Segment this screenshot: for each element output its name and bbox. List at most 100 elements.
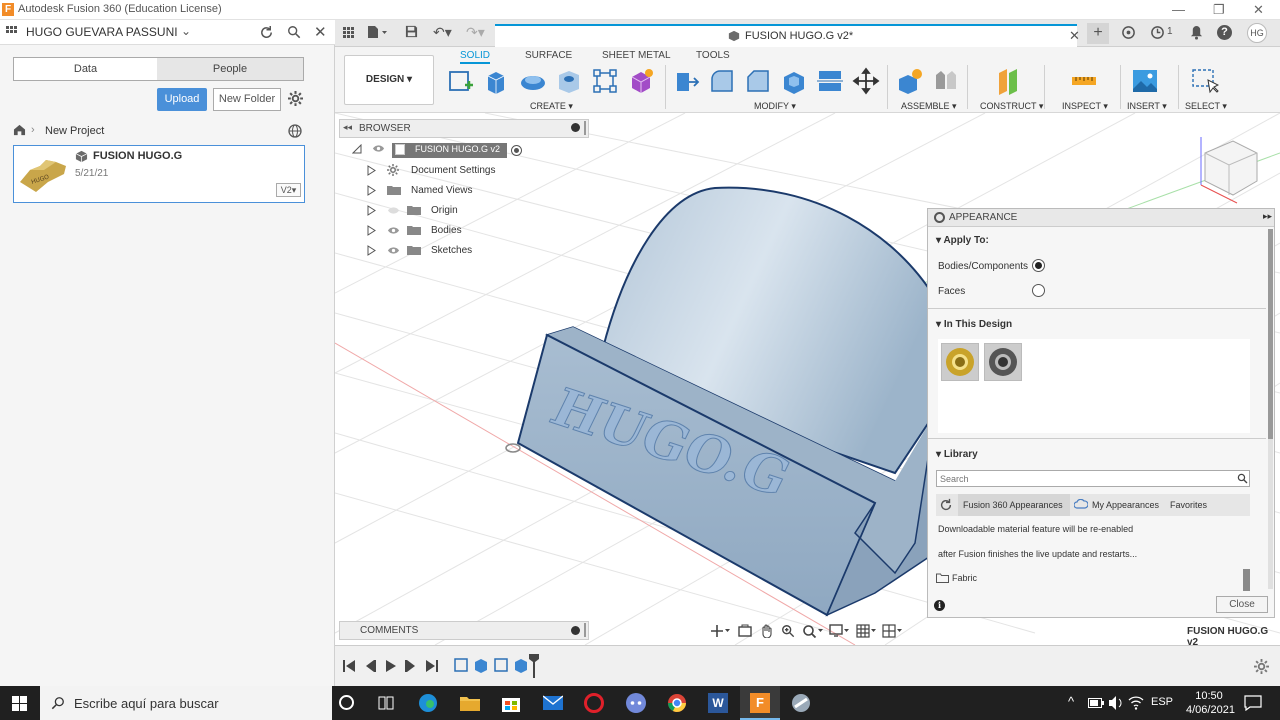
battery-icon[interactable] <box>1088 698 1104 708</box>
select-icon[interactable] <box>1191 67 1219 95</box>
timeline-marker[interactable] <box>529 654 539 678</box>
hole-icon[interactable] <box>555 67 583 95</box>
visibility-eye-icon[interactable] <box>387 226 400 235</box>
version-badge[interactable]: V2▾ <box>276 183 301 197</box>
volume-icon[interactable] <box>1108 695 1124 711</box>
zoom-icon[interactable] <box>781 624 795 638</box>
task-view-icon[interactable] <box>378 696 394 710</box>
store-icon[interactable] <box>501 693 521 713</box>
new-component-icon[interactable] <box>896 67 924 95</box>
orbit-icon[interactable] <box>710 624 730 638</box>
collapse-triangle-icon[interactable] <box>352 144 362 154</box>
press-pull-icon[interactable] <box>672 67 700 95</box>
close-panel-icon[interactable]: ✕ <box>314 23 327 41</box>
faces-radio[interactable] <box>1032 284 1045 297</box>
library-search-box[interactable] <box>936 470 1250 487</box>
timeline-settings-gear-icon[interactable] <box>1254 659 1269 674</box>
close-tab-icon[interactable]: ✕ <box>1069 28 1080 44</box>
apps-grid-icon[interactable] <box>343 27 355 39</box>
step-back-icon[interactable] <box>364 660 376 672</box>
breadcrumb[interactable]: New Project <box>45 125 104 137</box>
create-sketch-icon[interactable] <box>447 67 475 95</box>
expand-triangle-icon[interactable] <box>367 185 376 196</box>
tab-favorites[interactable]: Favorites <box>1170 500 1207 510</box>
edge-icon[interactable] <box>418 693 438 713</box>
extrude-icon[interactable] <box>483 67 511 95</box>
offset-plane-icon[interactable] <box>995 67 1023 95</box>
avatar[interactable]: HG <box>1247 23 1267 43</box>
bell-icon[interactable] <box>1190 25 1203 40</box>
minimize-icon[interactable]: — <box>1172 2 1185 17</box>
refresh-icon[interactable] <box>939 498 953 512</box>
tab-my-appearances[interactable]: My Appearances <box>1092 500 1159 510</box>
upload-button[interactable]: Upload <box>157 88 207 111</box>
refresh-icon[interactable] <box>259 25 274 40</box>
go-to-end-icon[interactable] <box>426 660 438 672</box>
discord-icon[interactable] <box>625 693 647 713</box>
in-this-design-section[interactable]: ▾ In This Design <box>936 319 1012 330</box>
close-window-icon[interactable]: ✕ <box>1253 2 1264 18</box>
comments-panel-header[interactable]: COMMENTS <box>339 621 589 640</box>
step-forward-icon[interactable] <box>405 660 417 672</box>
extensions-icon[interactable] <box>1121 25 1136 40</box>
inspect-menu[interactable]: INSPECT ▾ <box>1062 101 1108 112</box>
notifications-icon[interactable] <box>1244 695 1262 711</box>
go-to-start-icon[interactable] <box>343 660 355 672</box>
workspace-switcher[interactable]: DESIGN ▾ <box>344 55 434 105</box>
browser-item-sketches[interactable]: Sketches <box>367 241 587 261</box>
modify-menu[interactable]: MODIFY ▾ <box>754 101 796 112</box>
chrome-icon[interactable] <box>667 693 687 713</box>
fusion-taskbar-button[interactable]: F <box>740 686 780 720</box>
grid-settings-icon[interactable] <box>856 624 878 638</box>
library-search-input[interactable] <box>940 472 1230 485</box>
viewports-icon[interactable] <box>882 624 904 638</box>
chamfer-icon[interactable] <box>744 67 772 95</box>
fillet-icon[interactable] <box>708 67 736 95</box>
insert-image-icon[interactable] <box>1131 67 1159 95</box>
file-explorer-icon[interactable] <box>460 694 480 712</box>
globe-icon[interactable] <box>288 124 302 138</box>
timeline-extrude-feature-icon[interactable] <box>513 657 529 673</box>
browser-root-row[interactable]: FUSION HUGO.G v2 <box>352 141 592 161</box>
gear-icon[interactable] <box>288 91 303 106</box>
expand-icon[interactable]: ▸▸ <box>1263 211 1272 222</box>
shell-icon[interactable] <box>780 67 808 95</box>
pin-icon[interactable] <box>571 123 580 132</box>
revolve-icon[interactable] <box>519 67 547 95</box>
measure-icon[interactable] <box>1070 67 1098 95</box>
file-menu-icon[interactable] <box>367 25 387 39</box>
play-icon[interactable] <box>385 660 397 672</box>
new-tab-icon[interactable]: + <box>1087 23 1109 44</box>
split-body-icon[interactable] <box>816 67 844 95</box>
taskbar-search-box[interactable]: Escribe aquí para buscar <box>40 686 332 720</box>
apply-to-section[interactable]: ▾ Apply To: <box>936 235 989 246</box>
clock[interactable]: 10:50 4/06/2021 <box>1186 689 1235 717</box>
library-folder-fabric[interactable]: Fabric <box>952 573 977 583</box>
pan-hand-icon[interactable] <box>760 624 774 638</box>
expand-triangle-icon[interactable] <box>367 165 376 176</box>
resize-handle[interactable] <box>584 121 586 135</box>
chevron-down-icon[interactable]: ⌄ <box>181 24 191 38</box>
steel-swatch[interactable] <box>984 343 1022 381</box>
pin-icon[interactable] <box>571 626 580 635</box>
create-form-icon[interactable] <box>627 67 655 95</box>
select-menu[interactable]: SELECT ▾ <box>1185 101 1227 112</box>
browser-item-origin[interactable]: Origin <box>367 201 587 221</box>
expand-triangle-icon[interactable] <box>367 205 376 216</box>
search-icon[interactable] <box>287 25 301 39</box>
job-status-icon[interactable] <box>1150 25 1165 40</box>
save-icon[interactable] <box>405 25 418 38</box>
library-scrollbar-thumb[interactable] <box>1243 569 1250 591</box>
tab-tools[interactable]: TOOLS <box>696 50 730 61</box>
pattern-icon[interactable] <box>591 67 619 95</box>
info-icon[interactable]: i <box>934 600 945 611</box>
activate-radio-icon[interactable] <box>511 145 522 156</box>
opera-icon[interactable] <box>584 693 604 713</box>
timeline-sketch-feature-icon[interactable] <box>453 657 469 673</box>
tab-surface[interactable]: SURFACE <box>525 50 572 61</box>
look-at-icon[interactable] <box>738 624 752 638</box>
tab-people[interactable]: People <box>157 57 304 81</box>
browser-item-document-settings[interactable]: Document Settings <box>367 161 587 181</box>
assemble-menu[interactable]: ASSEMBLE ▾ <box>901 101 957 112</box>
timeline-sketch-feature-icon[interactable] <box>493 657 509 673</box>
